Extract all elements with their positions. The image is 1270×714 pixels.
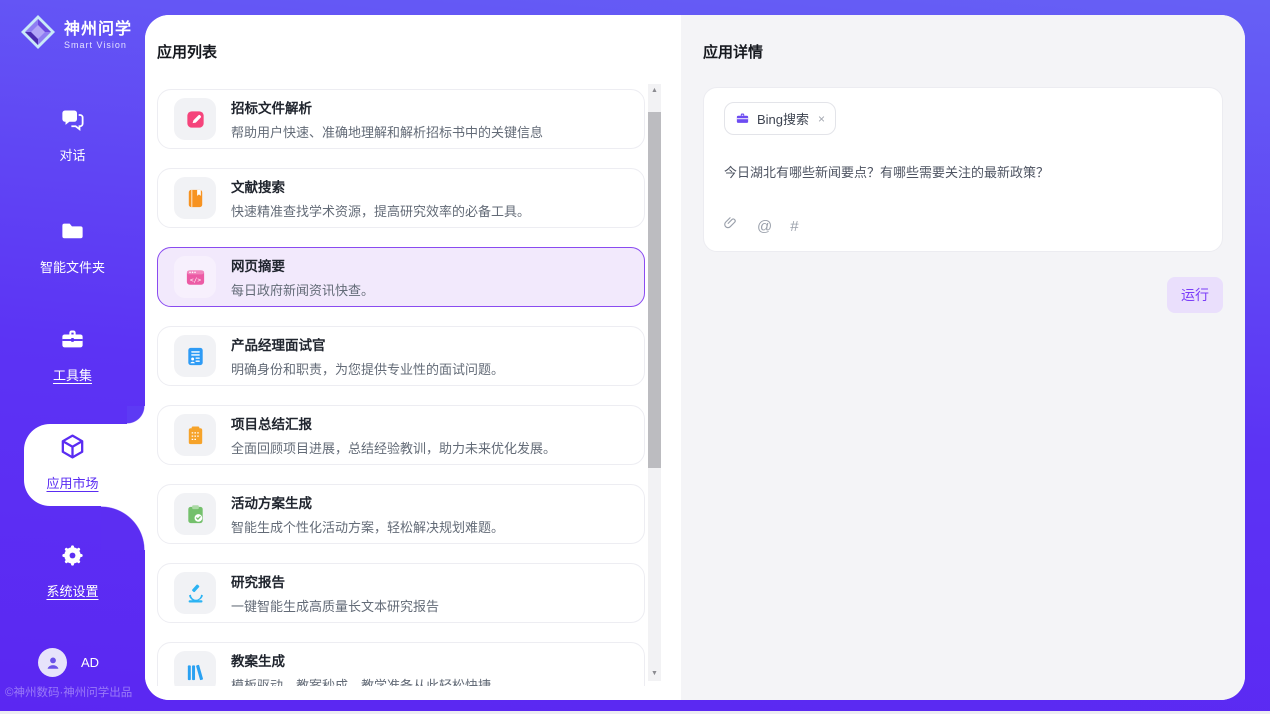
chip-close-icon[interactable]: × [818, 112, 825, 126]
app-window: 神州问学 Smart Vision 对话 智能文件夹 [0, 0, 1270, 711]
mention-icon[interactable]: @ [757, 218, 772, 235]
person-icon [45, 655, 61, 671]
copyright-text: ©神州数码·神州问学出品 [5, 684, 145, 700]
app-card-desc: 快速精准查找学术资源，提高研究效率的必备工具。 [231, 201, 530, 220]
bubble-notch-top [127, 406, 145, 424]
clipboard-check-icon [174, 493, 216, 535]
app-card-lesson-plan[interactable]: 教案生成 模板驱动，教案秒成，教学准备从此轻松快捷 [157, 642, 645, 686]
run-button[interactable]: 运行 [1167, 277, 1223, 313]
sidebar-item-label: 应用市场 [46, 473, 98, 492]
gear-icon [59, 542, 86, 574]
book-icon [174, 177, 216, 219]
app-card-research-report[interactable]: 研究报告 一键智能生成高质量长文本研究报告 [157, 563, 645, 623]
books-icon [174, 651, 216, 686]
app-detail-title: 应用详情 [703, 41, 1223, 62]
brand-logo: 神州问学 Smart Vision [20, 14, 132, 50]
app-card-pm-interviewer[interactable]: 产品经理面试官 明确身份和职责，为您提供专业性的面试问题。 [157, 326, 645, 386]
query-input[interactable]: 今日湖北有哪些新闻要点？有哪些需要关注的最新政策？ [724, 162, 1202, 181]
app-card-title: 招标文件解析 [231, 97, 543, 117]
user-name: AD [81, 655, 99, 670]
sidebar-item-label: 工具集 [53, 365, 92, 384]
app-card-event-plan[interactable]: 活动方案生成 智能生成个性化活动方案，轻松解决规划难题。 [157, 484, 645, 544]
app-card-web-summary[interactable]: </> 网页摘要 每日政府新闻资讯快查。 [157, 247, 645, 307]
folder-icon [59, 218, 86, 250]
scrollbar-thumb[interactable] [648, 112, 661, 468]
scrollbar-up-icon[interactable]: ▲ [648, 84, 661, 98]
app-list-panel: 应用列表 招标文件解析 帮助用户快速、准确地理解和解析招标书中的关键信息 [145, 15, 681, 700]
scrollbar-down-icon[interactable]: ▼ [648, 667, 661, 681]
chat-icon [59, 106, 86, 138]
microscope-icon [174, 572, 216, 614]
app-card-literature-search[interactable]: 文献搜索 快速精准查找学术资源，提高研究效率的必备工具。 [157, 168, 645, 228]
web-code-icon: </> [174, 256, 216, 298]
brand-subtitle: Smart Vision [64, 40, 132, 50]
app-list-title: 应用列表 [157, 41, 681, 62]
sidebar: 神州问学 Smart Vision 对话 智能文件夹 [0, 0, 145, 711]
sidebar-item-label: 对话 [59, 145, 85, 164]
pen-square-icon [174, 98, 216, 140]
sidebar-item-settings[interactable]: 系统设置 [0, 542, 145, 600]
report-pad-icon [174, 414, 216, 456]
user-profile[interactable]: AD [38, 648, 99, 677]
sidebar-item-toolset[interactable]: 工具集 [0, 326, 145, 384]
sidebar-item-label: 系统设置 [46, 581, 98, 600]
app-card-desc: 明确身份和职责，为您提供专业性的面试问题。 [231, 359, 504, 378]
app-detail-panel: 应用详情 Bing搜索 × 今日湖北有哪些新闻要点？有哪些需要关注的最新政策？ [681, 15, 1245, 700]
app-card-title: 产品经理面试官 [231, 334, 504, 354]
app-card-desc: 每日政府新闻资讯快查。 [231, 280, 374, 299]
main-content: 应用列表 招标文件解析 帮助用户快速、准确地理解和解析招标书中的关键信息 [145, 15, 1245, 700]
app-card-desc: 全面回顾项目进展，总结经验教训，助力未来优化发展。 [231, 438, 556, 457]
app-card-title: 项目总结汇报 [231, 413, 556, 433]
app-list: 招标文件解析 帮助用户快速、准确地理解和解析招标书中的关键信息 文献搜索 [157, 89, 645, 686]
app-card-bid-document-parse[interactable]: 招标文件解析 帮助用户快速、准确地理解和解析招标书中的关键信息 [157, 89, 645, 149]
app-card-desc: 一键智能生成高质量长文本研究报告 [231, 596, 439, 615]
hash-icon[interactable]: # [790, 218, 798, 235]
list-scrollbar[interactable]: ▲ ▼ [648, 84, 661, 681]
app-card-title: 活动方案生成 [231, 492, 504, 512]
sidebar-item-chat[interactable]: 对话 [0, 106, 145, 164]
app-card-project-summary[interactable]: 项目总结汇报 全面回顾项目进展，总结经验教训，助力未来优化发展。 [157, 405, 645, 465]
app-card-desc: 模板驱动，教案秒成，教学准备从此轻松快捷 [231, 675, 491, 686]
app-card-desc: 帮助用户快速、准确地理解和解析招标书中的关键信息 [231, 122, 543, 141]
query-card: Bing搜索 × 今日湖北有哪些新闻要点？有哪些需要关注的最新政策？ @ # [703, 87, 1223, 252]
avatar [38, 648, 67, 677]
resume-doc-icon [174, 335, 216, 377]
sidebar-item-app-market[interactable]: 应用市场 [0, 432, 145, 492]
app-card-desc: 智能生成个性化活动方案，轻松解决规划难题。 [231, 517, 504, 536]
run-row: 运行 [703, 277, 1223, 313]
sidebar-item-label: 智能文件夹 [40, 257, 105, 276]
app-card-title: 文献搜索 [231, 176, 530, 196]
brand-diamond-icon [20, 14, 56, 50]
briefcase-icon [735, 111, 750, 126]
attachment-toolbar: @ # [722, 215, 799, 237]
paperclip-icon[interactable] [722, 215, 739, 237]
toolbox-icon [59, 326, 86, 358]
app-card-title: 教案生成 [231, 650, 491, 670]
svg-text:</>: </> [189, 276, 200, 283]
tool-chip-label: Bing搜索 [757, 109, 809, 128]
cube-icon [58, 432, 87, 466]
tool-chip-bing-search[interactable]: Bing搜索 × [724, 102, 836, 135]
sidebar-item-smart-folders[interactable]: 智能文件夹 [0, 218, 145, 276]
app-card-title: 网页摘要 [231, 255, 374, 275]
brand-name: 神州问学 [64, 15, 132, 39]
app-card-title: 研究报告 [231, 571, 439, 591]
